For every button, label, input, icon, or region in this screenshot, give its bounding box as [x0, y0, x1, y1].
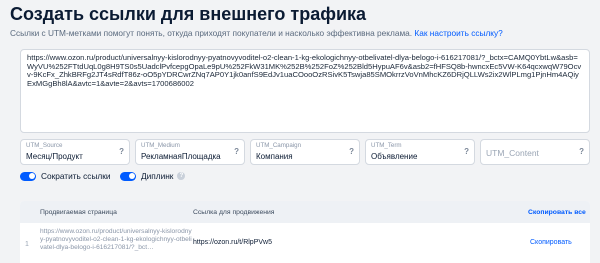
utm-term-label: UTM_Term [371, 142, 402, 149]
utm-content-field[interactable]: UTM_Content ? [480, 139, 590, 165]
utm-fields: UTM_Source Месяц/Продукт ? UTM_Medium Ре… [20, 139, 590, 165]
row-number: 1 [25, 241, 29, 248]
toggle-switch[interactable] [20, 171, 36, 181]
page-subtitle: Ссылки с UTM-метками помогут понять, отк… [10, 28, 503, 38]
utm-term-value: Объявление [371, 152, 418, 161]
help-link[interactable]: Как настроить ссылку? [414, 28, 502, 38]
help-icon[interactable]: ? [464, 147, 469, 156]
promoted-page-url: https://www.ozon.ru/product/universalnyy… [40, 228, 192, 251]
page-title: Создать ссылки для внешнего трафика [10, 4, 367, 24]
column-header-link: Ссылка для продвижения [193, 209, 275, 216]
utm-campaign-value: Компания [256, 152, 293, 161]
utm-medium-field[interactable]: UTM_Medium РекламнаяПлощадка ? [135, 139, 245, 165]
toggle-switch[interactable] [120, 171, 136, 181]
utm-source-label: UTM_Source [26, 142, 63, 149]
promo-link[interactable]: https://ozon.ru/t/RlpPVw5 [193, 239, 272, 246]
url-textarea[interactable]: https://www.ozon.ru/product/universalnyy… [20, 49, 590, 133]
utm-source-value: Месяц/Продукт [26, 152, 83, 161]
shorten-links-toggle[interactable]: Сократить ссылки [20, 170, 111, 182]
utm-medium-value: РекламнаяПлощадка [141, 152, 221, 161]
copy-button[interactable]: Скопировать [530, 239, 572, 246]
help-icon[interactable]: ? [234, 147, 239, 156]
deeplink-label: Диплинк [141, 171, 174, 181]
options-toggles: Сократить ссылки Диплинк ? [20, 170, 320, 182]
utm-term-field[interactable]: UTM_Term Объявление ? [365, 139, 475, 165]
utm-campaign-field[interactable]: UTM_Campaign Компания ? [250, 139, 360, 165]
help-icon[interactable]: ? [579, 147, 584, 156]
deeplink-toggle[interactable]: Диплинк ? [120, 170, 186, 182]
shorten-links-label: Сократить ссылки [41, 171, 111, 181]
links-table: Продвигаемая страница Ссылка для продвиж… [20, 201, 590, 263]
subtitle-text: Ссылки с UTM-метками помогут понять, отк… [10, 28, 413, 38]
help-icon[interactable]: ? [119, 147, 124, 156]
utm-medium-label: UTM_Medium [141, 142, 180, 149]
help-icon[interactable]: ? [349, 147, 354, 156]
utm-campaign-label: UTM_Campaign [256, 142, 302, 149]
table-row: 1 https://www.ozon.ru/product/universaln… [20, 223, 590, 263]
table-header: Продвигаемая страница Ссылка для продвиж… [20, 201, 590, 223]
column-header-page: Продвигаемая страница [40, 209, 117, 216]
info-icon[interactable]: ? [177, 172, 186, 180]
copy-all-button[interactable]: Скопировать все [528, 209, 586, 216]
utm-source-field[interactable]: UTM_Source Месяц/Продукт ? [20, 139, 130, 165]
utm-content-placeholder: UTM_Content [486, 148, 539, 158]
